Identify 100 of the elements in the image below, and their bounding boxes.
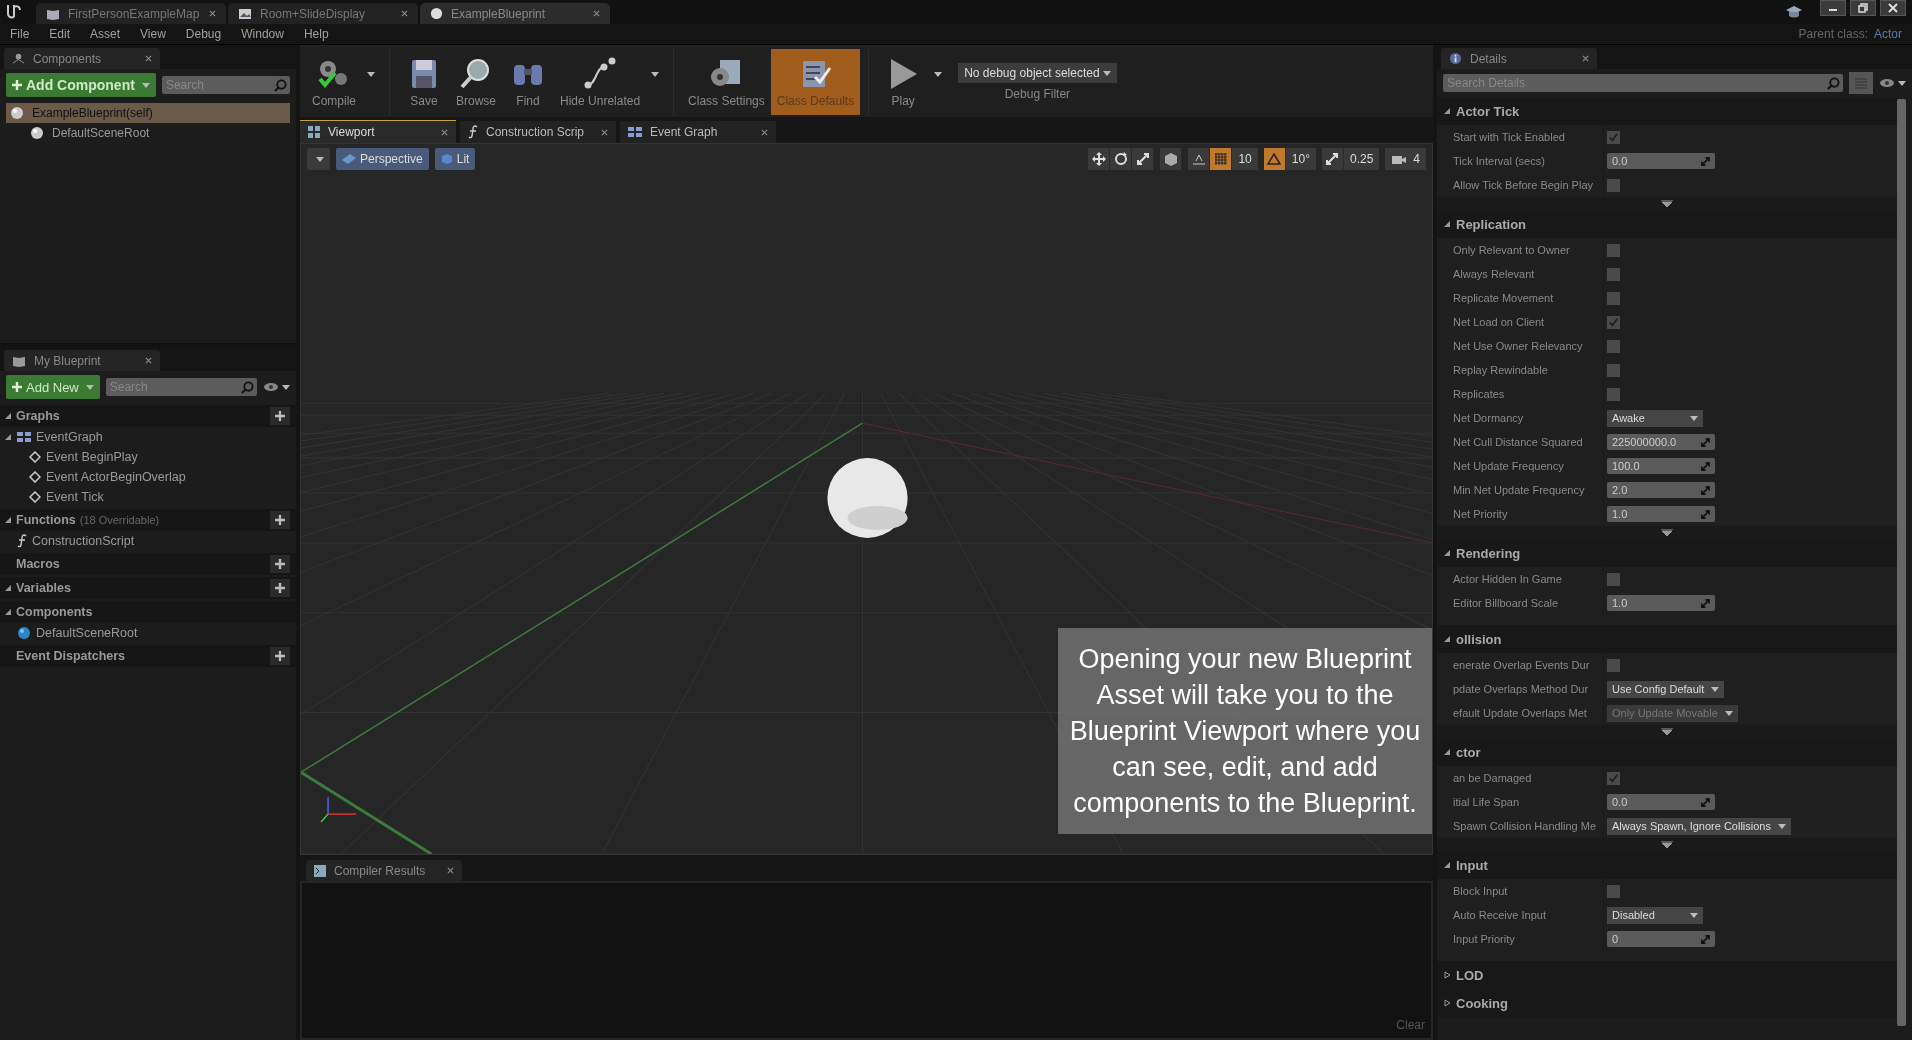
number-field[interactable]: 100.0 <box>1607 458 1715 474</box>
editor-tab[interactable]: Event Graph <box>620 121 776 143</box>
close-icon[interactable] <box>209 10 216 17</box>
checkbox[interactable] <box>1607 243 1620 257</box>
add-button[interactable] <box>270 647 290 665</box>
editor-tab[interactable]: Construction Scrip <box>460 121 616 143</box>
add-new-button[interactable]: Add New <box>6 375 100 399</box>
menu-item[interactable]: Asset <box>90 27 121 41</box>
compile-button[interactable]: Compile <box>306 49 362 115</box>
scrollbar[interactable] <box>1897 99 1906 1026</box>
expanded-arrow-icon[interactable] <box>1443 635 1451 643</box>
show-more-icon[interactable] <box>1661 528 1673 537</box>
expanded-arrow-icon[interactable] <box>4 433 12 441</box>
category-header[interactable]: Rendering <box>1456 545 1521 561</box>
close-icon[interactable] <box>761 128 768 136</box>
scale-tool-button[interactable] <box>1132 148 1155 170</box>
blueprint-item[interactable]: Event BeginPlay <box>46 450 138 464</box>
close-icon[interactable] <box>441 128 448 136</box>
browse-button[interactable]: Browse <box>450 49 503 115</box>
dropdown[interactable]: Always Spawn, Ignore Collisions <box>1607 817 1791 835</box>
add-button[interactable] <box>270 579 290 597</box>
blueprint-item[interactable]: Event Tick <box>46 490 104 504</box>
close-icon[interactable] <box>401 10 408 17</box>
collapsed-arrow-icon[interactable] <box>1443 971 1451 979</box>
coordinate-space-button[interactable] <box>1160 148 1183 170</box>
category-header[interactable]: ollision <box>1456 631 1502 647</box>
menu-item[interactable]: Help <box>303 27 329 41</box>
expanded-arrow-icon[interactable] <box>4 608 12 616</box>
lighting-mode-button[interactable]: Lit <box>434 148 476 170</box>
checkbox[interactable] <box>1607 572 1620 586</box>
blueprint-item[interactable]: ConstructionScript <box>32 534 135 548</box>
parent-class-link[interactable]: Actor <box>1874 27 1902 41</box>
menu-item[interactable]: File <box>10 27 30 41</box>
expanded-arrow-icon[interactable] <box>4 584 12 592</box>
section-header[interactable]: Variables <box>16 581 71 595</box>
dropdown[interactable]: Awake <box>1607 409 1703 427</box>
expanded-arrow-icon[interactable] <box>1443 107 1451 115</box>
close-icon[interactable] <box>145 357 152 364</box>
checkbox[interactable] <box>1607 339 1620 353</box>
grid-snap-button[interactable] <box>1210 148 1233 170</box>
expanded-arrow-icon[interactable] <box>1443 748 1451 756</box>
menu-item[interactable]: Debug <box>185 27 222 41</box>
section-header[interactable]: Components <box>16 605 93 619</box>
close-icon[interactable] <box>601 128 608 136</box>
view-options-button[interactable] <box>263 382 290 392</box>
rotation-snap-button[interactable] <box>1263 148 1286 170</box>
editor-tab[interactable]: Viewport <box>300 120 456 143</box>
dropdown[interactable]: Disabled <box>1607 906 1703 924</box>
view-mode-button[interactable]: Perspective <box>336 148 429 170</box>
expanded-arrow-icon[interactable] <box>1443 549 1451 557</box>
restore-button[interactable] <box>1850 0 1876 16</box>
scale-snap-value[interactable]: 0.25 <box>1343 148 1380 170</box>
category-header[interactable]: Cooking <box>1456 995 1508 1011</box>
checkbox[interactable] <box>1607 884 1620 898</box>
debug-object-dropdown[interactable]: No debug object selected <box>958 63 1117 83</box>
grid-snap-value[interactable]: 10 <box>1232 148 1258 170</box>
blueprint-item[interactable]: EventGraph <box>36 430 103 444</box>
number-field[interactable]: 2.0 <box>1607 482 1715 498</box>
category-header[interactable]: LOD <box>1456 967 1484 983</box>
show-more-icon[interactable] <box>1661 727 1673 736</box>
surface-snap-button[interactable] <box>1188 148 1211 170</box>
checkbox[interactable] <box>1607 658 1620 672</box>
blueprint-item[interactable]: Event ActorBeginOverlap <box>46 470 186 484</box>
section-header[interactable]: Graphs <box>16 409 60 423</box>
checkbox[interactable] <box>1607 387 1620 401</box>
section-header[interactable]: Event Dispatchers <box>16 649 126 663</box>
checkbox[interactable] <box>1607 771 1620 785</box>
show-more-icon[interactable] <box>1661 199 1673 208</box>
panel-tab[interactable]: Details <box>1441 48 1597 69</box>
rotation-snap-value[interactable]: 10° <box>1285 148 1316 170</box>
close-icon[interactable] <box>593 10 600 17</box>
checkbox[interactable] <box>1607 291 1620 305</box>
number-field[interactable]: 0 <box>1607 931 1715 947</box>
add-button[interactable] <box>270 555 290 573</box>
close-icon[interactable] <box>447 867 454 874</box>
save-button[interactable]: Save <box>398 49 450 115</box>
panel-tab[interactable]: My Blueprint <box>4 350 160 371</box>
tree-item[interactable]: DefaultSceneRoot <box>26 123 290 143</box>
play-button[interactable]: Play <box>877 49 930 115</box>
number-field[interactable]: 0.0 <box>1607 153 1715 169</box>
category-header[interactable]: Input <box>1456 857 1488 873</box>
collapsed-arrow-icon[interactable] <box>1443 999 1451 1007</box>
category-header[interactable]: Replication <box>1456 216 1527 232</box>
graduation-cap-icon[interactable] <box>1786 5 1802 19</box>
hide-unrelated-button[interactable]: Hide Unrelated <box>554 49 647 115</box>
section-header[interactable]: Functions <box>16 513 76 527</box>
checkbox[interactable] <box>1607 363 1620 377</box>
close-button[interactable] <box>1880 0 1906 16</box>
viewport-options-button[interactable] <box>307 148 330 170</box>
add-button[interactable] <box>270 511 290 529</box>
add-button[interactable] <box>270 407 290 425</box>
expanded-arrow-icon[interactable] <box>1443 220 1451 228</box>
rotate-tool-button[interactable] <box>1110 148 1133 170</box>
document-tab[interactable]: Room+SlideDisplay <box>228 3 418 24</box>
add-component-button[interactable]: Add Component <box>6 73 156 97</box>
camera-speed-button[interactable]: 4 <box>1385 148 1426 170</box>
category-header[interactable]: Actor Tick <box>1456 103 1520 119</box>
expanded-arrow-icon[interactable] <box>4 516 12 524</box>
panel-tab[interactable]: Components <box>4 48 160 69</box>
dropdown[interactable]: Use Config Default <box>1607 680 1725 698</box>
